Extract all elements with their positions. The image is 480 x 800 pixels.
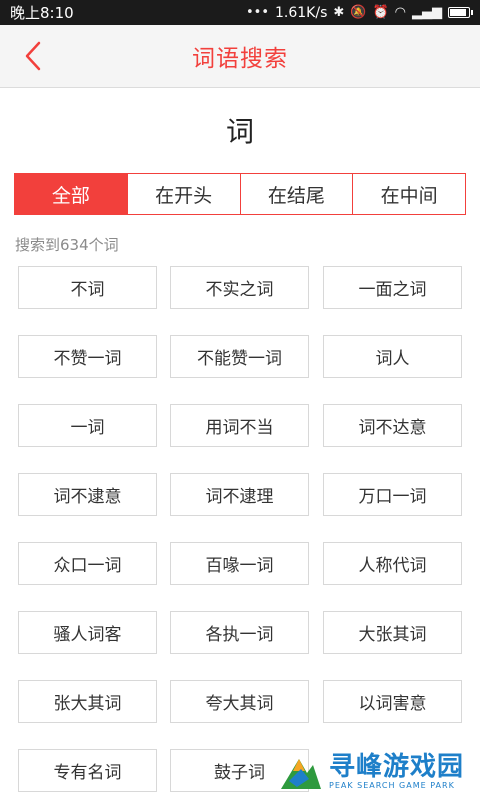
word-item[interactable]: 骚人词客 [18,611,157,654]
word-item[interactable]: 不能赞一词 [170,335,309,378]
tab-2[interactable]: 在结尾 [239,174,353,214]
word-item[interactable]: 不实之词 [170,266,309,309]
word-item[interactable]: 不赞一词 [18,335,157,378]
word-item[interactable]: 百喙一词 [170,542,309,585]
result-count: 搜索到634个词 [15,236,119,254]
tab-1[interactable]: 在开头 [126,174,240,214]
word-item[interactable]: 词不达意 [323,404,462,447]
word-item[interactable]: 人称代词 [323,542,462,585]
dots-icon: ••• [245,5,269,20]
wifi-icon: ◠ [394,5,406,20]
status-time: 晚上8:10 [10,4,74,22]
word-item[interactable]: 不词 [18,266,157,309]
word-item[interactable]: 一词 [18,404,157,447]
battery-icon [448,7,473,18]
word-item[interactable]: 用词不当 [170,404,309,447]
tab-0[interactable]: 全部 [15,174,127,214]
word-item[interactable]: 夸大其词 [170,680,309,723]
word-item[interactable]: 大张其词 [323,611,462,654]
search-query: 词 [225,115,254,148]
word-item[interactable]: 词不逮理 [170,473,309,516]
app-header: 词语搜索 [0,25,480,88]
word-item[interactable]: 众口一词 [18,542,157,585]
status-icons: ••• 1.61K/s ✱ 🔕 ⏰ ◠ ▂▄▆ [245,4,473,21]
word-item[interactable]: 词人 [323,335,462,378]
status-bar: 晚上8:10 ••• 1.61K/s ✱ 🔕 ⏰ ◠ ▂▄▆ [0,0,480,25]
network-speed: 1.61K/s [275,4,328,21]
word-item[interactable]: 一面之词 [323,266,462,309]
watermark: 寻峰游戏园 PEAK SEARCH GAME PARK [279,746,474,796]
tab-3[interactable]: 在中间 [352,174,465,214]
word-item[interactable]: 以词害意 [323,680,462,723]
signal-icon: ▂▄▆ [412,5,442,20]
bluetooth-icon: ✱ [333,5,345,20]
word-item[interactable]: 张大其词 [18,680,157,723]
page-title: 词语搜索 [192,46,288,72]
word-item[interactable]: 各执一词 [170,611,309,654]
back-button[interactable] [18,39,48,73]
watermark-title: 寻峰游戏园 [329,751,465,782]
word-item[interactable]: 万口一词 [323,473,462,516]
alarm-icon: ⏰ [372,5,389,20]
mute-icon: 🔕 [350,5,367,20]
watermark-subtitle: PEAK SEARCH GAME PARK [329,780,455,790]
word-item[interactable]: 词不逮意 [18,473,157,516]
word-item[interactable]: 专有名词 [18,749,157,792]
position-tabs: 全部 在开头 在结尾 在中间 [14,173,466,215]
chevron-left-icon [25,41,41,71]
peak-logo-icon [281,759,321,789]
